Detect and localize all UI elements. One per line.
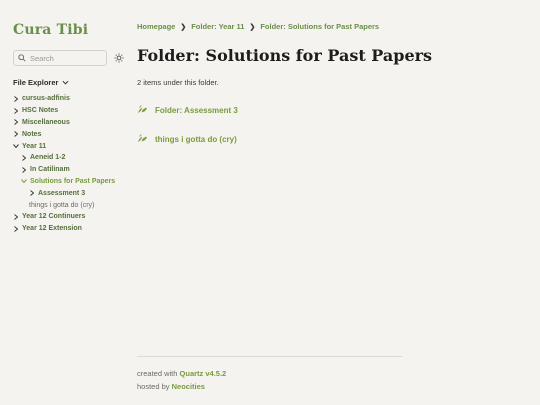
file-tree: cursus-adfinis HSC Notes Miscellaneous N… xyxy=(13,93,125,235)
chevron-right-icon xyxy=(21,154,27,161)
tree-item-in-catilinam[interactable]: In Catilinam xyxy=(13,164,125,176)
chevron-right-icon xyxy=(13,213,19,220)
footer-hosted: hosted by Neocities xyxy=(137,382,402,391)
chevron-right-icon xyxy=(13,119,19,126)
breadcrumb-current[interactable]: Folder: Solutions for Past Papers xyxy=(260,22,379,31)
tree-item-aeneid[interactable]: Aeneid 1-2 xyxy=(13,152,125,164)
list-item: Folder: Assessment 3 xyxy=(137,101,407,119)
tree-item-assessment-3[interactable]: Assessment 3 xyxy=(13,187,125,199)
breadcrumb: Homepage ❯ Folder: Year 11 ❯ Folder: Sol… xyxy=(137,22,407,31)
tree-item-year-12-extension[interactable]: Year 12 Extension xyxy=(13,223,125,235)
main-content: Homepage ❯ Folder: Year 11 ❯ Folder: Sol… xyxy=(137,22,433,159)
chevron-down-icon xyxy=(62,78,69,87)
search-placeholder: Search xyxy=(30,53,54,63)
tree-item-label: cursus-adfinis xyxy=(22,95,70,103)
entry-link-assessment-3[interactable]: Folder: Assessment 3 xyxy=(155,106,238,115)
tree-item-year-12-continuers[interactable]: Year 12 Continuers xyxy=(13,211,125,223)
tree-item-solutions-for-past-papers[interactable]: Solutions for Past Papers xyxy=(13,176,125,188)
list-item: things i gotta do (cry) xyxy=(137,130,407,148)
chevron-right-icon xyxy=(21,166,27,173)
entry-link-things-i-gotta-do[interactable]: things i gotta do (cry) xyxy=(155,135,237,144)
footer-created: created with Quartz v4.5.2 xyxy=(137,369,402,378)
breadcrumb-year-11[interactable]: Folder: Year 11 xyxy=(191,22,244,31)
chevron-right-icon xyxy=(13,225,19,232)
footer: created with Quartz v4.5.2 hosted by Neo… xyxy=(137,356,402,395)
tree-item-label: Year 12 Extension xyxy=(22,225,82,233)
site-title[interactable]: Cura Tibi xyxy=(13,22,125,38)
tree-item-miscellaneous[interactable]: Miscellaneous xyxy=(13,117,125,129)
leaf-icon xyxy=(137,101,148,119)
search-row: Search xyxy=(13,50,125,66)
tree-item-label: Aeneid 1-2 xyxy=(30,154,66,162)
breadcrumb-homepage[interactable]: Homepage xyxy=(137,22,175,31)
tree-item-label: Assessment 3 xyxy=(38,189,86,197)
tree-item-notes[interactable]: Notes xyxy=(13,128,125,140)
theme-toggle-button[interactable] xyxy=(113,52,125,64)
chevron-right-icon: ❯ xyxy=(180,23,187,31)
chevron-down-icon xyxy=(13,143,19,149)
tree-item-cursus-adfinis[interactable]: cursus-adfinis xyxy=(13,93,125,105)
leaf-icon xyxy=(137,130,148,148)
sun-icon xyxy=(114,53,124,63)
chevron-right-icon xyxy=(13,131,19,138)
search-input[interactable]: Search xyxy=(13,50,107,66)
tree-item-hsc-notes[interactable]: HSC Notes xyxy=(13,105,125,117)
tree-item-label: HSC Notes xyxy=(22,107,59,115)
item-count: 2 items under this folder. xyxy=(137,78,219,87)
tree-item-label: Miscellaneous xyxy=(22,118,70,126)
explorer-title: File Explorer xyxy=(13,78,59,87)
chevron-right-icon: ❯ xyxy=(249,23,256,31)
sidebar: Cura Tibi Search File Explorer cursus-ad… xyxy=(13,22,125,235)
tree-item-things-i-gotta-do[interactable]: things i gotta do (cry) xyxy=(13,199,125,211)
chevron-down-icon xyxy=(21,178,27,184)
quartz-link[interactable]: Quartz v4.5.2 xyxy=(180,369,227,378)
chevron-right-icon xyxy=(13,96,19,102)
chevron-right-icon xyxy=(29,190,35,197)
tree-item-label: In Catilinam xyxy=(30,166,70,174)
neocities-link[interactable]: Neocities xyxy=(172,382,205,391)
explorer-toggle[interactable]: File Explorer xyxy=(13,78,125,87)
tree-item-year-11[interactable]: Year 11 xyxy=(13,140,125,152)
page-title: Folder: Solutions for Past Papers xyxy=(137,46,433,65)
search-icon xyxy=(18,54,26,62)
tree-item-label: Solutions for Past Papers xyxy=(30,177,116,185)
tree-item-label: things i gotta do (cry) xyxy=(29,201,95,209)
tree-item-label: Year 11 xyxy=(22,142,47,150)
footer-hosted-prefix: hosted by xyxy=(137,382,170,391)
tree-item-label: Notes xyxy=(22,130,42,138)
tree-item-label: Year 12 Continuers xyxy=(22,213,86,221)
chevron-right-icon xyxy=(13,107,19,114)
footer-created-prefix: created with xyxy=(137,369,178,378)
